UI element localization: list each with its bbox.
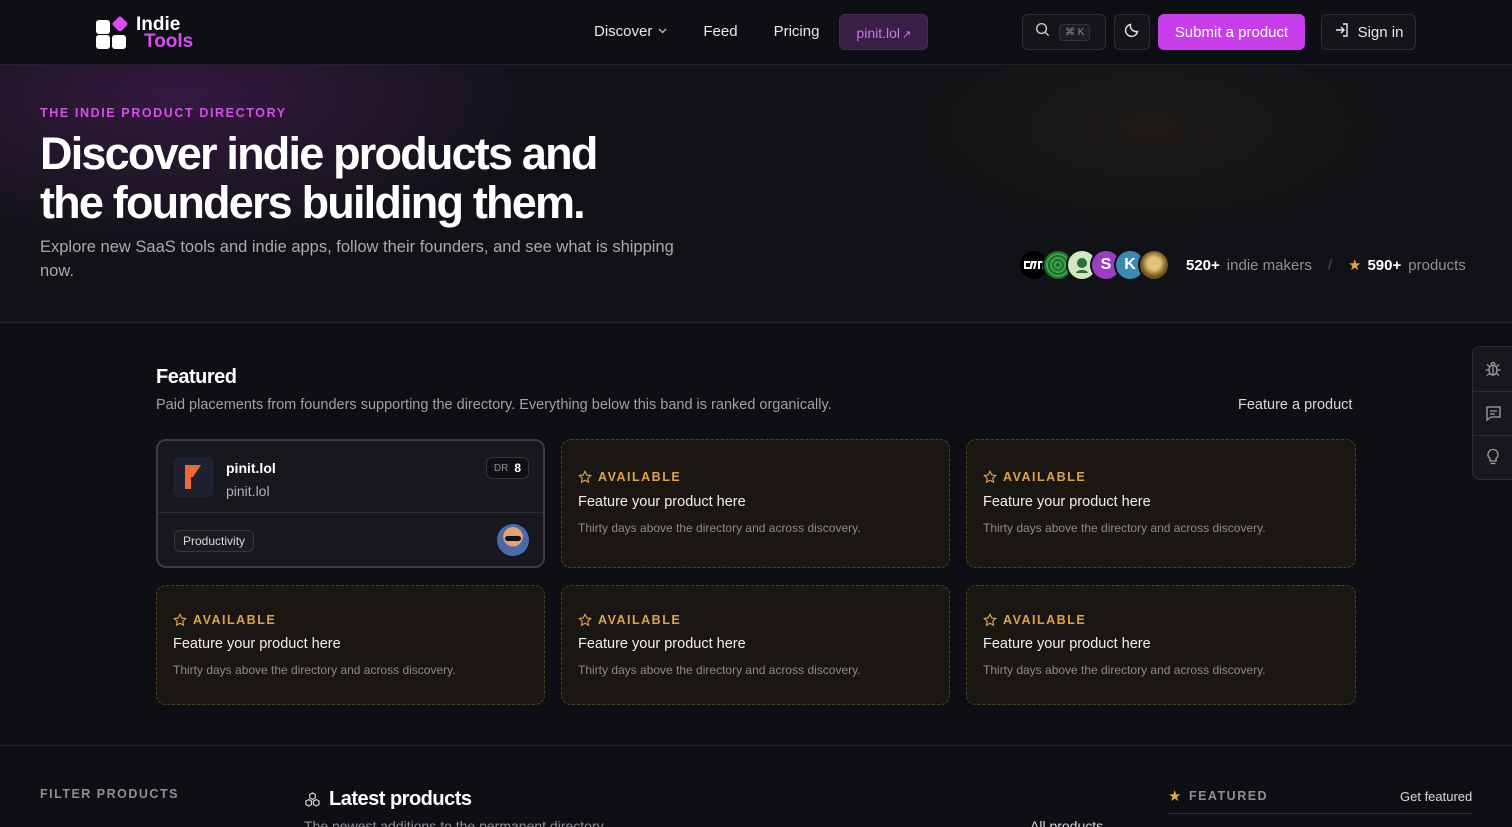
latest-products-heading: Latest products: [304, 788, 472, 811]
slot-description: Thirty days above the directory and acro…: [578, 521, 861, 535]
chevron-down-icon: [658, 14, 667, 50]
featured-slot-card[interactable]: AVAILABLE Feature your product here Thir…: [156, 585, 545, 705]
slot-badge: AVAILABLE: [173, 613, 276, 627]
featured-slot-card[interactable]: AVAILABLE Feature your product here Thir…: [561, 585, 950, 705]
slot-badge-label: AVAILABLE: [598, 613, 682, 627]
submit-product-button[interactable]: Submit a product: [1158, 14, 1305, 50]
sidebar-featured-label: ★ FEATURED: [1168, 787, 1268, 805]
slot-badge: AVAILABLE: [983, 470, 1086, 484]
sign-in-button[interactable]: Sign in: [1321, 14, 1416, 50]
star-icon: ★: [1348, 257, 1362, 274]
featured-slot-card[interactable]: AVAILABLE Feature your product here Thir…: [966, 439, 1356, 568]
star-outline-icon: [578, 613, 592, 627]
slot-badge: AVAILABLE: [578, 470, 681, 484]
card-divider: [158, 512, 543, 513]
external-link-icon: ↗: [902, 29, 912, 41]
slot-title: Feature your product here: [983, 636, 1151, 652]
logo-icon: [96, 15, 129, 49]
star-outline-icon: [173, 613, 187, 627]
top-navbar: Indie Tools Discover Feed Pricing pinit.…: [0, 0, 1512, 65]
hero-eyebrow: THE INDIE PRODUCT DIRECTORY: [40, 106, 287, 120]
message-icon[interactable]: [1483, 403, 1503, 423]
hero-subtitle: Explore new SaaS tools and indie apps, f…: [40, 238, 674, 280]
products-label: products: [1408, 256, 1466, 274]
product-logo: [174, 457, 214, 497]
community-stats: S K 520+ indie makers / ★ 590+ products: [1018, 249, 1466, 281]
slot-title: Feature your product here: [578, 636, 746, 652]
lightbulb-icon[interactable]: [1483, 447, 1503, 467]
filter-products-label: FILTER PRODUCTS: [40, 787, 179, 801]
divider: [1168, 813, 1472, 814]
boxes-icon: [305, 792, 320, 807]
makers-count: 520+: [1186, 256, 1220, 274]
search-button[interactable]: ⌘ K: [1022, 14, 1106, 50]
theme-toggle-button[interactable]: [1114, 14, 1150, 50]
all-products-dropdown[interactable]: All products: [1030, 818, 1103, 827]
slot-badge-label: AVAILABLE: [1003, 470, 1087, 484]
side-toolbar: [1472, 346, 1512, 480]
domain-rating-badge: DR 8: [485, 457, 529, 479]
latest-products-subtitle: The newest additions to the permanent di…: [304, 818, 604, 827]
featured-slot-card[interactable]: AVAILABLE Feature your product here Thir…: [966, 585, 1356, 705]
slot-badge: AVAILABLE: [983, 613, 1086, 627]
slot-badge-label: AVAILABLE: [598, 470, 682, 484]
search-icon: [1035, 22, 1050, 42]
slot-title: Feature your product here: [173, 636, 341, 652]
feature-a-product-link[interactable]: Feature a product: [1238, 397, 1352, 413]
bug-icon[interactable]: [1483, 359, 1503, 379]
product-name: pinit.lol: [226, 460, 276, 476]
hero-title: Discover indie products and the founders…: [40, 128, 598, 228]
star-icon: ★: [1168, 788, 1183, 805]
nav-discover-label: Discover: [594, 23, 653, 40]
featured-product-card[interactable]: pinit.lol pinit.lol DR 8 Productivity: [156, 439, 545, 568]
sidebar-featured-text: FEATURED: [1188, 789, 1269, 803]
brand-name: Indie Tools: [136, 15, 194, 52]
slot-description: Thirty days above the directory and acro…: [983, 521, 1266, 535]
login-icon: [1334, 22, 1350, 42]
brand-line-2: Tools: [144, 31, 194, 52]
avatar[interactable]: [1138, 249, 1170, 281]
featured-subtitle: Paid placements from founders supporting…: [156, 397, 832, 413]
product-url: pinit.lol: [226, 483, 270, 499]
founder-avatar[interactable]: [497, 524, 529, 556]
latest-products-label: Latest products: [329, 788, 472, 810]
main-nav: Discover Feed Pricing pinit.lol ↗: [576, 14, 929, 50]
slot-badge: AVAILABLE: [578, 613, 681, 627]
nav-pinit-link[interactable]: pinit.lol ↗: [839, 14, 929, 50]
moon-icon: [1124, 22, 1140, 43]
nav-feed[interactable]: Feed: [685, 14, 755, 50]
slot-title: Feature your product here: [578, 494, 746, 510]
makers-label: indie makers: [1226, 256, 1312, 274]
slot-badge-label: AVAILABLE: [193, 613, 277, 627]
section-divider: [0, 745, 1512, 746]
star-outline-icon: [983, 470, 997, 484]
stats-separator: /: [1327, 256, 1333, 274]
star-outline-icon: [983, 613, 997, 627]
maker-avatars: S K: [1018, 249, 1170, 281]
featured-slot-card[interactable]: AVAILABLE Feature your product here Thir…: [561, 439, 950, 568]
dr-value: 8: [514, 461, 521, 475]
brand-logo[interactable]: Indie Tools: [96, 15, 194, 52]
nav-pricing[interactable]: Pricing: [756, 14, 838, 50]
search-shortcut: ⌘ K: [1059, 23, 1091, 41]
dr-label: DR: [493, 462, 509, 474]
nav-pinit-label: pinit.lol: [856, 25, 901, 41]
toolbar-divider: [1473, 435, 1512, 436]
slot-title: Feature your product here: [983, 494, 1151, 510]
slot-description: Thirty days above the directory and acro…: [173, 663, 456, 677]
slot-description: Thirty days above the directory and acro…: [578, 663, 861, 677]
toolbar-divider: [1473, 391, 1512, 392]
slot-description: Thirty days above the directory and acro…: [983, 663, 1266, 677]
category-tag[interactable]: Productivity: [174, 530, 255, 552]
hero-section: THE INDIE PRODUCT DIRECTORY Discover ind…: [0, 65, 1512, 323]
slot-badge-label: AVAILABLE: [1003, 613, 1087, 627]
nav-discover[interactable]: Discover: [576, 14, 685, 50]
sign-in-label: Sign in: [1357, 23, 1404, 41]
star-outline-icon: [578, 470, 592, 484]
get-featured-link[interactable]: Get featured: [1400, 789, 1472, 804]
featured-heading: Featured: [156, 366, 237, 388]
products-count: 590+: [1367, 256, 1402, 274]
